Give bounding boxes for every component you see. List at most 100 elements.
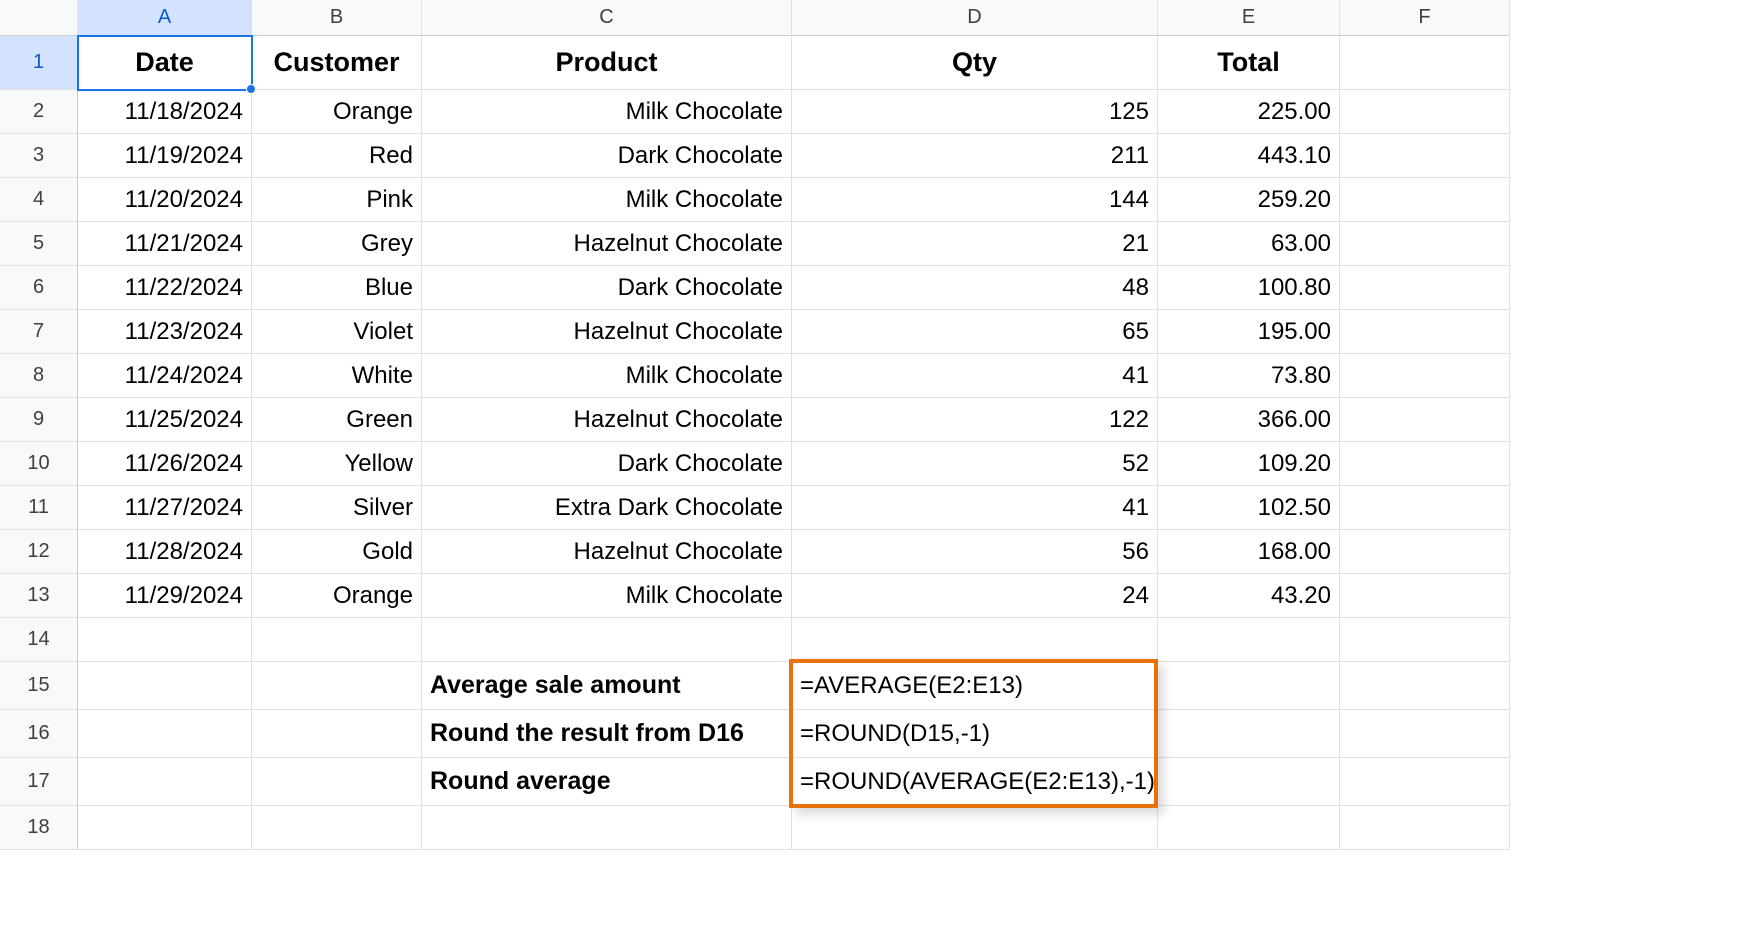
cell-A17[interactable] bbox=[78, 758, 252, 806]
cell-E6[interactable]: 100.80 bbox=[1158, 266, 1340, 310]
row-header-1[interactable]: 1 bbox=[0, 36, 78, 90]
cell-B12[interactable]: Gold bbox=[252, 530, 422, 574]
cell-C16[interactable]: Round the result from D16 bbox=[422, 710, 792, 758]
cell-E18[interactable] bbox=[1158, 806, 1340, 850]
cell-E16[interactable] bbox=[1158, 710, 1340, 758]
spreadsheet-grid[interactable]: ABCDEF1DateCustomerProductQtyTotal211/18… bbox=[0, 0, 1510, 850]
row-header-7[interactable]: 7 bbox=[0, 310, 78, 354]
row-header-14[interactable]: 14 bbox=[0, 618, 78, 662]
col-header-A[interactable]: A bbox=[78, 0, 252, 36]
cell-D7[interactable]: 65 bbox=[792, 310, 1158, 354]
cell-E11[interactable]: 102.50 bbox=[1158, 486, 1340, 530]
cell-F3[interactable] bbox=[1340, 134, 1510, 178]
row-header-10[interactable]: 10 bbox=[0, 442, 78, 486]
cell-A16[interactable] bbox=[78, 710, 252, 758]
cell-B3[interactable]: Red bbox=[252, 134, 422, 178]
row-header-5[interactable]: 5 bbox=[0, 222, 78, 266]
cell-D8[interactable]: 41 bbox=[792, 354, 1158, 398]
cell-F17[interactable] bbox=[1340, 758, 1510, 806]
cell-A15[interactable] bbox=[78, 662, 252, 710]
cell-B7[interactable]: Violet bbox=[252, 310, 422, 354]
cell-E8[interactable]: 73.80 bbox=[1158, 354, 1340, 398]
cell-D10[interactable]: 52 bbox=[792, 442, 1158, 486]
cell-F7[interactable] bbox=[1340, 310, 1510, 354]
cell-C18[interactable] bbox=[422, 806, 792, 850]
cell-E9[interactable]: 366.00 bbox=[1158, 398, 1340, 442]
row-header-6[interactable]: 6 bbox=[0, 266, 78, 310]
cell-D5[interactable]: 21 bbox=[792, 222, 1158, 266]
cell-C15[interactable]: Average sale amount bbox=[422, 662, 792, 710]
cell-D18[interactable] bbox=[792, 806, 1158, 850]
cell-E2[interactable]: 225.00 bbox=[1158, 90, 1340, 134]
cell-B17[interactable] bbox=[252, 758, 422, 806]
cell-B2[interactable]: Orange bbox=[252, 90, 422, 134]
cell-F15[interactable] bbox=[1340, 662, 1510, 710]
cell-A3[interactable]: 11/19/2024 bbox=[78, 134, 252, 178]
cell-F11[interactable] bbox=[1340, 486, 1510, 530]
row-header-12[interactable]: 12 bbox=[0, 530, 78, 574]
cell-C11[interactable]: Extra Dark Chocolate bbox=[422, 486, 792, 530]
cell-C9[interactable]: Hazelnut Chocolate bbox=[422, 398, 792, 442]
cell-D2[interactable]: 125 bbox=[792, 90, 1158, 134]
cell-B16[interactable] bbox=[252, 710, 422, 758]
cell-E13[interactable]: 43.20 bbox=[1158, 574, 1340, 618]
cell-A10[interactable]: 11/26/2024 bbox=[78, 442, 252, 486]
cell-C7[interactable]: Hazelnut Chocolate bbox=[422, 310, 792, 354]
cell-F8[interactable] bbox=[1340, 354, 1510, 398]
cell-F18[interactable] bbox=[1340, 806, 1510, 850]
cell-E17[interactable] bbox=[1158, 758, 1340, 806]
cell-E5[interactable]: 63.00 bbox=[1158, 222, 1340, 266]
cell-D3[interactable]: 211 bbox=[792, 134, 1158, 178]
cell-E4[interactable]: 259.20 bbox=[1158, 178, 1340, 222]
cell-F13[interactable] bbox=[1340, 574, 1510, 618]
cell-C5[interactable]: Hazelnut Chocolate bbox=[422, 222, 792, 266]
cell-F12[interactable] bbox=[1340, 530, 1510, 574]
cell-A2[interactable]: 11/18/2024 bbox=[78, 90, 252, 134]
cell-B8[interactable]: White bbox=[252, 354, 422, 398]
cell-F1[interactable] bbox=[1340, 36, 1510, 90]
row-header-9[interactable]: 9 bbox=[0, 398, 78, 442]
row-header-15[interactable]: 15 bbox=[0, 662, 78, 710]
col-header-E[interactable]: E bbox=[1158, 0, 1340, 36]
cell-E1[interactable]: Total bbox=[1158, 36, 1340, 90]
cell-D9[interactable]: 122 bbox=[792, 398, 1158, 442]
cell-A9[interactable]: 11/25/2024 bbox=[78, 398, 252, 442]
cell-F10[interactable] bbox=[1340, 442, 1510, 486]
cell-F9[interactable] bbox=[1340, 398, 1510, 442]
cell-C12[interactable]: Hazelnut Chocolate bbox=[422, 530, 792, 574]
cell-F5[interactable] bbox=[1340, 222, 1510, 266]
cell-B5[interactable]: Grey bbox=[252, 222, 422, 266]
cell-E3[interactable]: 443.10 bbox=[1158, 134, 1340, 178]
row-header-18[interactable]: 18 bbox=[0, 806, 78, 850]
cell-D13[interactable]: 24 bbox=[792, 574, 1158, 618]
cell-B18[interactable] bbox=[252, 806, 422, 850]
cell-F14[interactable] bbox=[1340, 618, 1510, 662]
cell-A11[interactable]: 11/27/2024 bbox=[78, 486, 252, 530]
cell-E15[interactable] bbox=[1158, 662, 1340, 710]
col-header-C[interactable]: C bbox=[422, 0, 792, 36]
cell-A6[interactable]: 11/22/2024 bbox=[78, 266, 252, 310]
row-header-11[interactable]: 11 bbox=[0, 486, 78, 530]
cell-B6[interactable]: Blue bbox=[252, 266, 422, 310]
cell-B15[interactable] bbox=[252, 662, 422, 710]
cell-A5[interactable]: 11/21/2024 bbox=[78, 222, 252, 266]
cell-D12[interactable]: 56 bbox=[792, 530, 1158, 574]
row-header-17[interactable]: 17 bbox=[0, 758, 78, 806]
cell-D14[interactable] bbox=[792, 618, 1158, 662]
cell-F4[interactable] bbox=[1340, 178, 1510, 222]
cell-C14[interactable] bbox=[422, 618, 792, 662]
cell-A18[interactable] bbox=[78, 806, 252, 850]
cell-F16[interactable] bbox=[1340, 710, 1510, 758]
cell-E14[interactable] bbox=[1158, 618, 1340, 662]
cell-B11[interactable]: Silver bbox=[252, 486, 422, 530]
cell-A12[interactable]: 11/28/2024 bbox=[78, 530, 252, 574]
row-header-2[interactable]: 2 bbox=[0, 90, 78, 134]
cell-C13[interactable]: Milk Chocolate bbox=[422, 574, 792, 618]
cell-A7[interactable]: 11/23/2024 bbox=[78, 310, 252, 354]
row-header-3[interactable]: 3 bbox=[0, 134, 78, 178]
cell-D16[interactable]: =ROUND(D15,-1) bbox=[792, 710, 1158, 758]
cell-C2[interactable]: Milk Chocolate bbox=[422, 90, 792, 134]
row-header-13[interactable]: 13 bbox=[0, 574, 78, 618]
cell-A4[interactable]: 11/20/2024 bbox=[78, 178, 252, 222]
cell-C3[interactable]: Dark Chocolate bbox=[422, 134, 792, 178]
